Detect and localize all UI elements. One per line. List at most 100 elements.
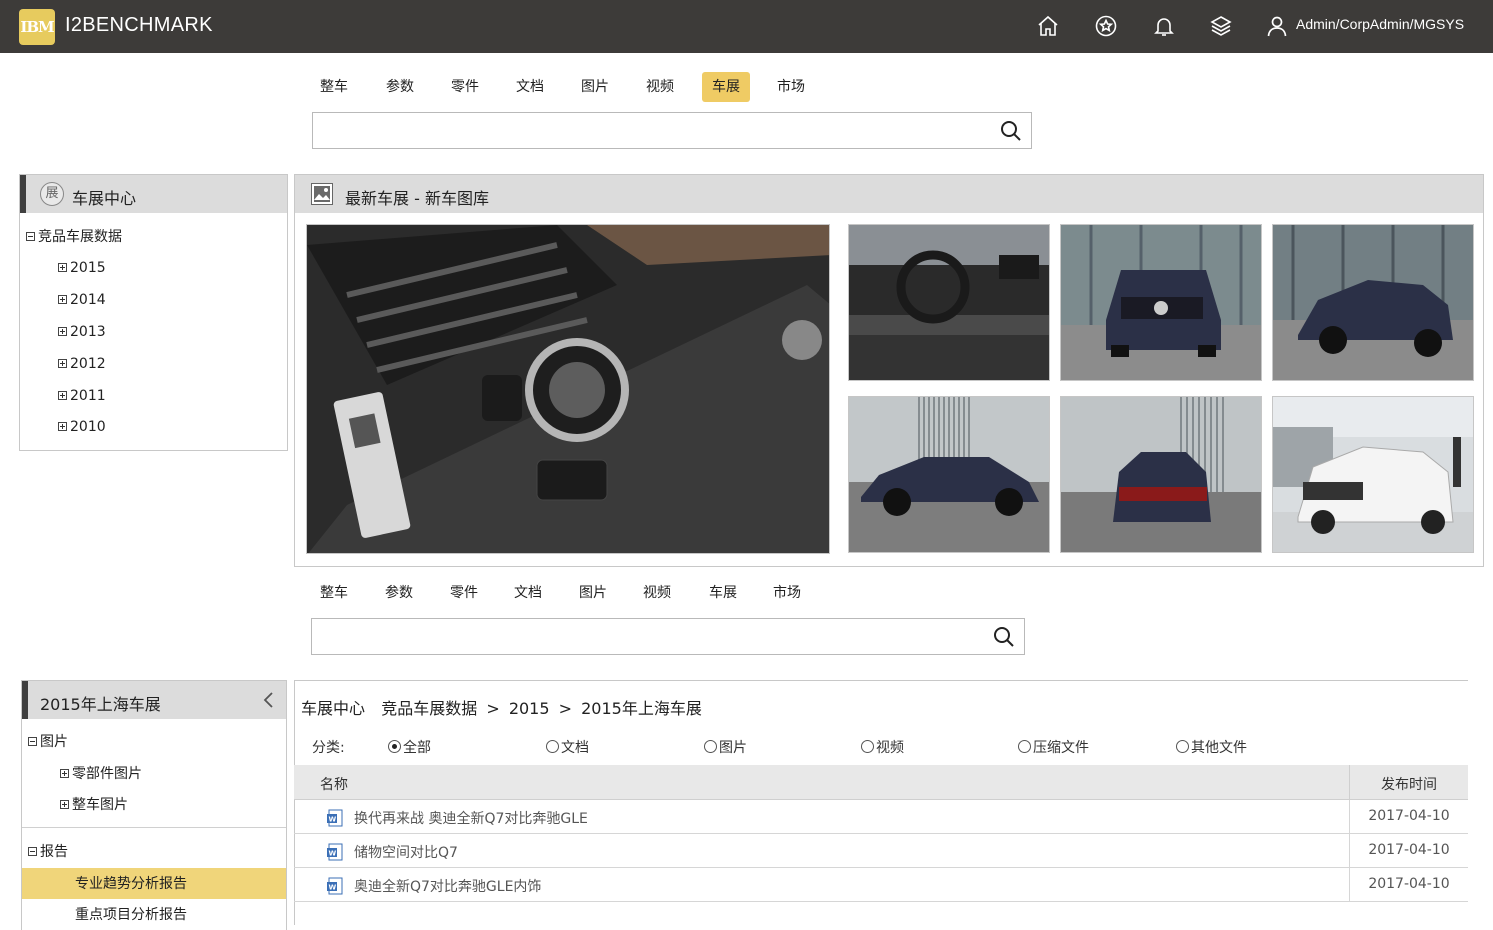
user-icon[interactable] (1265, 14, 1289, 38)
tree-year[interactable]: 2015 (58, 258, 106, 278)
bell-icon[interactable] (1152, 14, 1176, 38)
app-logo[interactable]: IBM (19, 9, 55, 45)
expand-icon[interactable] (60, 799, 69, 809)
radio-icon[interactable] (1018, 739, 1031, 753)
tree-year[interactable]: 2010 (58, 417, 106, 437)
tab-params[interactable]: 参数 (375, 578, 423, 608)
panel-title: 最新车展 - 新车图库 (345, 189, 489, 208)
radio-label: 其他文件 (1191, 740, 1247, 756)
radio-icon[interactable] (546, 739, 559, 753)
collapse-icon[interactable] (28, 846, 37, 856)
filter-all[interactable]: 全部 (388, 738, 431, 758)
collapse-icon[interactable] (28, 736, 37, 746)
tree-item-key-project-report[interactable]: 重点项目分析报告 (75, 905, 187, 925)
home-icon[interactable] (1036, 14, 1060, 38)
autoshow-center-panel: 展 车展中心 竞品车展数据 2015 2014 2013 2012 2011 2… (19, 174, 288, 451)
radio-label: 全部 (403, 740, 431, 756)
user-account-label[interactable]: Admin/CorpAdmin/MGSYS (1296, 16, 1464, 32)
radio-icon[interactable] (861, 739, 874, 753)
filter-label: 分类: (312, 740, 345, 756)
tree-year[interactable]: 2012 (58, 354, 106, 374)
image-gallery-icon (311, 183, 333, 205)
app-title[interactable]: I2BENCHMARK (65, 14, 213, 37)
table-row[interactable]: W 换代再来战 奥迪全新Q7对比奔驰GLE 2017-04-10 (294, 800, 1468, 834)
collapse-sidebar-icon[interactable] (262, 691, 276, 709)
breadcrumb-item[interactable]: 车展中心 (301, 699, 365, 718)
content-top-border (294, 680, 1468, 681)
tree-year[interactable]: 2011 (58, 386, 106, 406)
tree-group-label: 图片 (40, 734, 68, 750)
tree-year-label: 2014 (70, 292, 106, 308)
col-header-name[interactable]: 名称 (320, 774, 348, 794)
row-date: 2017-04-10 (1368, 808, 1450, 824)
layers-icon[interactable] (1209, 14, 1233, 38)
tab-documents[interactable]: 文档 (504, 578, 552, 608)
radio-icon[interactable] (704, 739, 717, 753)
search-icon[interactable] (992, 625, 1016, 649)
tree-item-parts-images[interactable]: 零部件图片 (60, 764, 142, 784)
expand-icon[interactable] (58, 358, 67, 368)
photo-suv-front[interactable] (1060, 224, 1262, 381)
tab-params[interactable]: 参数 (376, 72, 424, 102)
expand-icon[interactable] (58, 262, 67, 272)
tab-autoshow[interactable]: 车展 (699, 578, 747, 608)
table-row[interactable]: W 储物空间对比Q7 2017-04-10 (294, 834, 1468, 868)
tree-item-vehicle-images[interactable]: 整车图片 (60, 795, 128, 815)
row-date: 2017-04-10 (1368, 842, 1450, 858)
radio-selected-icon[interactable] (388, 739, 401, 753)
tab-images[interactable]: 图片 (569, 578, 617, 608)
tab-parts[interactable]: 零件 (440, 578, 488, 608)
photo-suv-three-quarter[interactable] (1272, 224, 1474, 381)
search-icon[interactable] (999, 119, 1023, 143)
tab-vehicle[interactable]: 整车 (310, 578, 358, 608)
tree-year[interactable]: 2014 (58, 290, 106, 310)
table-row[interactable]: W 奥迪全新Q7对比奔驰GLE内饰 2017-04-10 (294, 868, 1468, 902)
radio-icon[interactable] (1176, 739, 1189, 753)
expand-icon[interactable] (58, 390, 67, 400)
tab-images[interactable]: 图片 (571, 72, 619, 102)
expand-icon[interactable] (58, 421, 67, 431)
row-name-link[interactable]: 换代再来战 奥迪全新Q7对比奔驰GLE (354, 808, 588, 828)
photo-white-suv[interactable] (1272, 396, 1474, 553)
star-badge-icon[interactable] (1094, 14, 1118, 38)
tree-group-reports[interactable]: 报告 (28, 842, 68, 862)
tab-videos[interactable]: 视频 (633, 578, 681, 608)
tab-vehicle[interactable]: 整车 (310, 72, 358, 102)
tree-group-images[interactable]: 图片 (28, 732, 68, 752)
photo-interior-dashboard[interactable] (848, 224, 1050, 381)
radio-label: 压缩文件 (1033, 740, 1089, 756)
filter-videos[interactable]: 视频 (861, 738, 904, 758)
tab-documents[interactable]: 文档 (506, 72, 554, 102)
expand-icon[interactable] (60, 768, 69, 778)
photo-suv-rear[interactable] (1060, 396, 1262, 553)
filter-archives[interactable]: 压缩文件 (1018, 738, 1089, 758)
expand-icon[interactable] (58, 326, 67, 336)
tab-videos[interactable]: 视频 (636, 72, 684, 102)
breadcrumb-item[interactable]: 竞品车展数据 (381, 699, 477, 718)
tab-market[interactable]: 市场 (763, 578, 811, 608)
filter-images[interactable]: 图片 (704, 738, 747, 758)
search-input-top[interactable] (313, 113, 1031, 148)
filter-documents[interactable]: 文档 (546, 738, 589, 758)
category-filter: 分类: 全部 文档 图片 视频 压缩文件 其他文件 (312, 738, 1462, 758)
photo-suv-side[interactable] (848, 396, 1050, 553)
tree-year[interactable]: 2013 (58, 322, 106, 342)
divider (22, 827, 286, 828)
tab-autoshow[interactable]: 车展 (702, 72, 750, 102)
tab-market[interactable]: 市场 (767, 72, 815, 102)
tree-item-label: 零部件图片 (72, 766, 142, 782)
tab-parts[interactable]: 零件 (441, 72, 489, 102)
collapse-icon[interactable] (26, 231, 35, 241)
row-name-link[interactable]: 储物空间对比Q7 (354, 842, 458, 862)
tree-root[interactable]: 竞品车展数据 (26, 227, 122, 247)
tree-item-trend-report[interactable]: 专业趋势分析报告 (75, 874, 187, 894)
filter-other[interactable]: 其他文件 (1176, 738, 1247, 758)
expand-icon[interactable] (58, 294, 67, 304)
row-name-link[interactable]: 奥迪全新Q7对比奔驰GLE内饰 (354, 876, 541, 896)
panel-header: 2015年上海车展 (22, 681, 286, 719)
col-header-date[interactable]: 发布时间 (1350, 774, 1468, 794)
search-input-bottom[interactable] (312, 619, 1024, 654)
breadcrumb-separator: > (558, 699, 573, 718)
breadcrumb-item[interactable]: 2015 (509, 699, 550, 718)
photo-interior-switch[interactable] (306, 224, 830, 554)
